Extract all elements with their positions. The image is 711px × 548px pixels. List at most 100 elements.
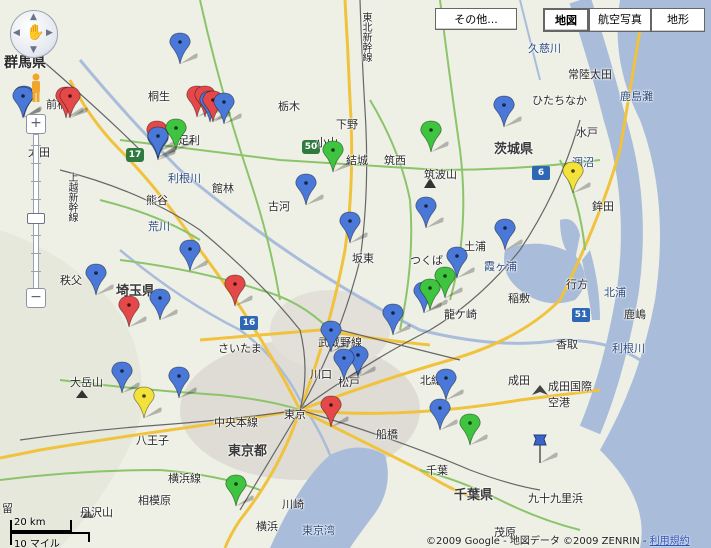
scale-bar: 20 km 10 マイル [8, 517, 108, 548]
map-marker-green[interactable] [459, 413, 488, 447]
map-canvas[interactable]: 17 50 6 51 16 群馬県 前橋 桐生 栃木 下野 小山 足利 太田 利… [0, 0, 711, 548]
map-marker-red[interactable] [59, 86, 88, 120]
terrain-view-button[interactable]: 地形 [651, 8, 705, 32]
map-marker-green[interactable] [322, 140, 351, 174]
map-marker-blue[interactable] [494, 218, 523, 252]
scale-tick [10, 520, 12, 545]
map-marker-blue[interactable] [493, 95, 522, 129]
map-marker-blue[interactable] [382, 303, 411, 337]
map-marker-blue[interactable] [111, 361, 140, 395]
pan-control[interactable]: ▲ ▼ ◀ ▶ ✋ [10, 10, 58, 58]
map-marker-blue[interactable] [339, 211, 368, 245]
copyright-notice: ©2009 Google - 地図データ ©2009 ZENRIN - 利用規約 [426, 532, 690, 547]
label-kawaguchi: 川口 [310, 368, 332, 381]
label-namegata: 行方 [566, 278, 588, 291]
map-marker-blue[interactable] [168, 366, 197, 400]
map-marker-blue[interactable] [295, 173, 324, 207]
label-joetsu-shinkansen: 上越新幹線 [66, 172, 77, 222]
label-ibaraki-pref: 茨城県 [494, 142, 534, 157]
map-marker-blue-pushpin[interactable] [529, 431, 558, 465]
map-marker-blue[interactable] [149, 288, 178, 322]
label-tsukubasan: 筑波山 [424, 168, 457, 181]
map-marker-blue[interactable] [179, 239, 208, 273]
map-marker-blue[interactable] [429, 398, 458, 432]
copyright-text: ©2009 Google - 地図データ ©2009 ZENRIN - [426, 536, 650, 547]
label-koga: 古河 [268, 200, 290, 213]
pan-up-icon[interactable]: ▲ [30, 12, 37, 22]
label-tokyo: 東京 [284, 408, 306, 421]
map-marker-red[interactable] [224, 274, 253, 308]
map-marker-green[interactable] [419, 278, 448, 312]
scale-mile-bar [10, 532, 90, 534]
label-kawasaki: 川崎 [282, 498, 304, 511]
map-marker-blue[interactable] [333, 348, 362, 382]
zoom-out-button[interactable]: − [26, 288, 46, 308]
map-view-button[interactable]: 地図 [543, 8, 589, 32]
pan-right-icon[interactable]: ▶ [46, 28, 53, 38]
map-type-control: 地図 航空写真 地形 [543, 8, 705, 32]
label-tochigi: 栃木 [278, 100, 300, 113]
zoom-tick [31, 253, 41, 254]
label-shimotsuke: 下野 [336, 118, 358, 131]
label-tokyo-bay: 東京湾 [302, 524, 335, 537]
satellite-view-button[interactable]: 航空写真 [589, 8, 651, 32]
scale-tick [70, 520, 72, 530]
label-saitama-city: さいたま [218, 342, 262, 355]
label-kashima: 鹿嶋 [624, 308, 646, 321]
label-chichibu: 秩父 [60, 274, 82, 287]
other-maps-button[interactable]: その他... [435, 8, 517, 30]
zoom-tick [31, 199, 41, 200]
map-marker-red[interactable] [118, 295, 147, 329]
scale-km-label: 20 km [14, 517, 46, 528]
label-hitachinaka: ひたちなか [532, 94, 587, 107]
label-tonegawa: 利根川 [168, 172, 201, 185]
label-kujigawa: 久慈川 [528, 42, 561, 55]
label-funabashi: 船橋 [376, 428, 398, 441]
terms-link[interactable]: 利用規約 [650, 536, 690, 547]
label-yokohama-line: 横浜線 [168, 472, 201, 485]
label-chiba: 千葉 [426, 464, 448, 477]
label-tokyo-pref: 東京都 [228, 444, 268, 459]
label-kujukuri: 九十九里浜 [528, 492, 583, 505]
label-tohoku-shinkansen: 東北新幹線 [360, 12, 371, 62]
label-hitachiota: 常陸太田 [568, 68, 612, 81]
pegman-icon[interactable] [30, 73, 42, 103]
map-marker-blue[interactable] [415, 196, 444, 230]
scale-mile-label: 10 マイル [14, 539, 60, 548]
zoom-slider-track[interactable] [31, 134, 41, 290]
map-marker-blue[interactable] [169, 32, 198, 66]
map-marker-blue[interactable] [435, 368, 464, 402]
label-hokota: 鉾田 [592, 200, 614, 213]
scale-tick [88, 532, 90, 542]
map-marker-green[interactable] [225, 474, 254, 508]
map-marker-blue[interactable] [147, 126, 176, 160]
label-bando: 坂東 [352, 252, 374, 265]
label-chuo-line: 中央本線 [214, 416, 258, 429]
label-kitaura: 北浦 [604, 286, 626, 299]
map-marker-red[interactable] [320, 395, 349, 429]
label-narita-airport: 成田国際 空港 [548, 380, 592, 409]
label-ota: 太田 [28, 146, 50, 159]
map-marker-blue[interactable] [213, 92, 242, 126]
hand-icon: ✋ [26, 23, 45, 41]
label-yokohama: 横浜 [256, 520, 278, 533]
label-ryo: 留 [2, 502, 13, 515]
zoom-tick [31, 235, 41, 236]
label-chikusei: 筑西 [384, 154, 406, 167]
zoom-tick [31, 271, 41, 272]
label-kiryu: 桐生 [148, 90, 170, 103]
label-narita: 成田 [508, 374, 530, 387]
route-17-shield: 17 [126, 148, 144, 162]
map-marker-yellow[interactable] [133, 386, 162, 420]
label-arakawa: 荒川 [148, 220, 170, 233]
map-marker-yellow[interactable] [562, 161, 591, 195]
zoom-in-button[interactable]: + [26, 114, 46, 134]
pan-down-icon[interactable]: ▼ [30, 45, 37, 55]
map-marker-blue[interactable] [85, 263, 114, 297]
route-6-shield: 6 [532, 166, 550, 180]
map-marker-green[interactable] [420, 120, 449, 154]
label-inashiki: 稲敷 [508, 292, 530, 305]
pan-left-icon[interactable]: ◀ [13, 28, 20, 38]
zoom-slider-knob[interactable] [27, 213, 45, 224]
route-51-shield: 51 [572, 308, 590, 322]
